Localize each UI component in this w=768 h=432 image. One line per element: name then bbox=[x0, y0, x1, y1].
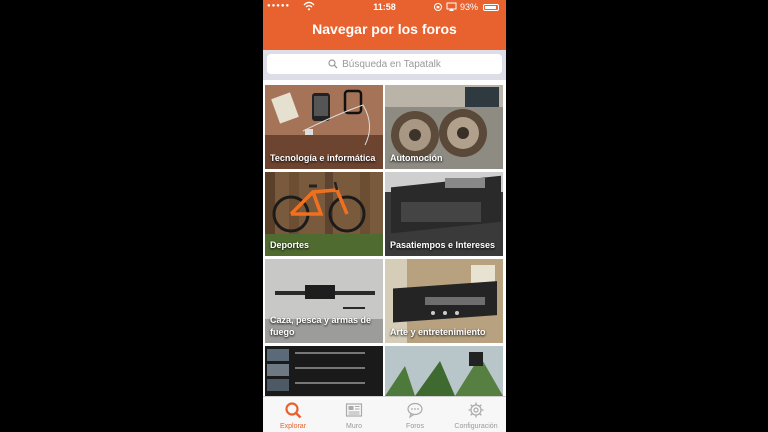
category-label: Caza, pesca y armas de fuego bbox=[270, 315, 372, 337]
category-label: Deportes bbox=[270, 240, 310, 250]
gear-icon bbox=[468, 402, 484, 418]
category-tile-arts[interactable]: Arte y entretenimiento bbox=[385, 259, 503, 343]
tab-label: Configuración bbox=[454, 423, 498, 430]
category-label: Automoción bbox=[390, 153, 443, 163]
tab-explorar[interactable]: Explorar bbox=[263, 397, 323, 432]
app-header: ●●●●● 11:58 93% Navegar por los foros bbox=[263, 0, 506, 50]
screenshot-photo bbox=[265, 346, 383, 396]
category-label: Arte y entretenimiento bbox=[390, 327, 486, 337]
phone-screen: ●●●●● 11:58 93% Navegar por los foros Bú… bbox=[263, 0, 506, 432]
search-icon bbox=[328, 59, 338, 69]
tab-label: Muro bbox=[346, 423, 362, 430]
search-bar: Búsqueda en Tapatalk bbox=[263, 50, 506, 80]
lock-rotation-icon bbox=[434, 3, 442, 11]
tab-label: Explorar bbox=[279, 423, 307, 430]
battery-icon bbox=[483, 4, 499, 11]
category-tile-hobbies[interactable]: Pasatiempos e Intereses bbox=[385, 172, 503, 256]
category-tile-hunting-fishing[interactable]: Caza, pesca y armas de fuego bbox=[265, 259, 383, 343]
category-label: Pasatiempos e Intereses bbox=[390, 240, 496, 250]
garden-photo bbox=[385, 346, 503, 396]
tab-foros[interactable]: Foros bbox=[385, 397, 445, 432]
battery-fill bbox=[485, 6, 497, 9]
tab-muro[interactable]: Muro bbox=[324, 397, 384, 432]
chat-bubble-icon bbox=[407, 402, 423, 419]
category-tile-sports[interactable]: Deportes bbox=[265, 172, 383, 256]
status-bar: ●●●●● 11:58 93% bbox=[263, 0, 506, 15]
tab-label: Foros bbox=[406, 423, 424, 430]
airplay-icon bbox=[446, 2, 457, 11]
category-tile-automotive[interactable]: Automoción bbox=[385, 85, 503, 169]
category-tile-7[interactable] bbox=[265, 346, 383, 396]
tab-configuracion[interactable]: Configuración bbox=[446, 397, 506, 432]
battery-percent: 93% bbox=[460, 2, 479, 12]
search-placeholder: Búsqueda en Tapatalk bbox=[342, 58, 441, 70]
category-grid: Tecnología e informática Automoción Depo… bbox=[263, 80, 506, 396]
newspaper-icon bbox=[345, 403, 363, 417]
category-tile-technology[interactable]: Tecnología e informática bbox=[265, 85, 383, 169]
page-title: Navegar por los foros bbox=[312, 21, 457, 37]
tab-bar: Explorar Muro Foros Configuración bbox=[263, 396, 506, 432]
search-input[interactable]: Búsqueda en Tapatalk bbox=[267, 54, 502, 74]
explore-search-icon bbox=[285, 402, 302, 419]
category-label: Tecnología e informática bbox=[270, 153, 376, 163]
category-tile-8[interactable] bbox=[385, 346, 503, 396]
